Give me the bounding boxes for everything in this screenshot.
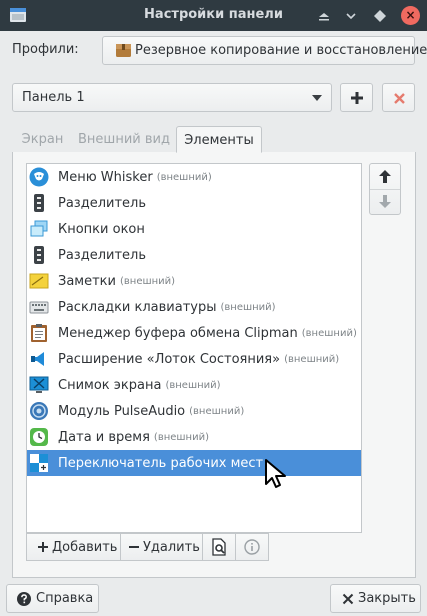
window-buttons-icon [30,220,48,237]
tab-screen[interactable]: Экран [13,126,72,153]
item-external-tag: (внешний) [165,379,221,391]
workspace-switcher-icon [30,454,48,472]
move-up-button[interactable] [379,170,391,183]
move-down-button[interactable] [379,195,391,208]
title-bar: Настройки панели × [0,0,427,31]
item-external-tag: (внешний) [153,431,209,443]
pulseaudio-icon [30,402,48,420]
item-name: Разделитель [58,195,147,211]
shade-icon[interactable] [341,6,361,26]
item-external-tag: (внешний) [284,353,340,365]
list-toolbar: Добавить Удалить [26,533,269,561]
list-item[interactable]: Расширение «Лоток Состояния» (внешний) [27,346,361,372]
package-icon [116,44,131,57]
add-item-label: Добавить [52,539,118,555]
panel-select-value: Панель 1 [22,90,85,105]
move-divider [370,189,400,190]
list-item[interactable]: Разделитель [27,242,361,268]
item-name: Заметки [58,273,116,289]
separator-icon [34,194,44,212]
add-panel-button[interactable] [340,83,373,112]
help-icon [17,592,31,606]
item-name: Снимок экрана [58,377,162,393]
list-item[interactable]: Дата и время (внешний) [27,424,361,450]
item-external-tag: (внешний) [189,405,245,417]
document-properties-icon [212,538,226,556]
item-name: Менеджер буфера обмена Clipman [58,325,298,341]
list-item[interactable]: Менеджер буфера обмена Clipman (внешний) [27,320,361,346]
item-external-tag: (внешний) [156,171,212,183]
move-buttons [369,163,401,215]
list-item[interactable]: Модуль PulseAudio (внешний) [27,398,361,424]
close-window-button[interactable]: × [401,6,420,25]
close-label: Закрыть [358,591,416,606]
minus-icon [129,546,139,548]
info-icon [244,539,260,555]
remove-item-label: Удалить [143,539,200,555]
item-name: Меню Whisker [58,169,153,185]
close-icon: × [405,8,416,22]
plus-icon [38,542,48,552]
maximize-icon[interactable] [370,6,390,26]
list-item-selected[interactable]: Переключатель рабочих мест [27,450,361,476]
window-title: Настройки панели [144,7,283,22]
list-item[interactable]: Снимок экрана (внешний) [27,372,361,398]
tab-appearance[interactable]: Внешний вид [73,126,175,153]
item-external-tag: (внешний) [220,301,276,313]
item-name: Разделитель [58,247,147,263]
about-item-button[interactable] [236,534,269,560]
backup-restore-button[interactable]: Резервное копирование и восстановление [102,36,427,65]
item-name: Кнопки окон [58,221,145,237]
items-list[interactable]: Меню Whisker (внешний) Разделитель Кнопк… [26,163,362,533]
minimize-icon[interactable] [314,6,334,26]
tab-items[interactable]: Элементы [176,126,262,153]
screenshot-icon [29,376,49,393]
item-name: Переключатель рабочих мест [58,455,264,471]
add-item-button[interactable]: Добавить [27,534,120,560]
list-item[interactable]: Кнопки окон [27,216,361,242]
backup-restore-label: Резервное копирование и восстановление [135,43,427,58]
plus-icon [351,92,363,104]
item-name: Раскладки клавиатуры [58,299,217,315]
separator-icon [34,246,44,264]
delete-icon [394,93,405,104]
list-item[interactable]: Заметки (внешний) [27,268,361,294]
close-icon [342,593,354,605]
item-external-tag: (внешний) [119,275,176,287]
list-item[interactable]: Меню Whisker (внешний) [27,164,361,190]
close-button[interactable]: Закрыть [330,584,421,613]
keyboard-icon [29,301,49,314]
help-button[interactable]: Справка [6,584,99,613]
item-name: Дата и время [58,429,150,445]
chevron-down-icon [312,95,322,101]
status-tray-icon [31,352,44,366]
list-item[interactable]: Разделитель [27,190,361,216]
item-name: Модуль PulseAudio [58,403,186,419]
datetime-icon [30,428,48,446]
whisker-menu-icon [29,167,49,187]
item-name: Расширение «Лоток Состояния» [58,351,281,367]
item-external-tag: (внешний) [301,327,357,339]
notes-icon [29,273,49,289]
help-label: Справка [36,591,94,606]
mouse-cursor-icon [265,459,286,488]
profiles-label: Профили: [12,42,79,57]
remove-panel-button[interactable] [382,83,415,112]
preferences-item-button[interactable] [203,534,235,560]
list-item[interactable]: Раскладки клавиатуры (внешний) [27,294,361,320]
clipman-icon [31,324,47,342]
panel-select[interactable]: Панель 1 [12,83,332,112]
remove-item-button[interactable]: Удалить [121,534,202,560]
